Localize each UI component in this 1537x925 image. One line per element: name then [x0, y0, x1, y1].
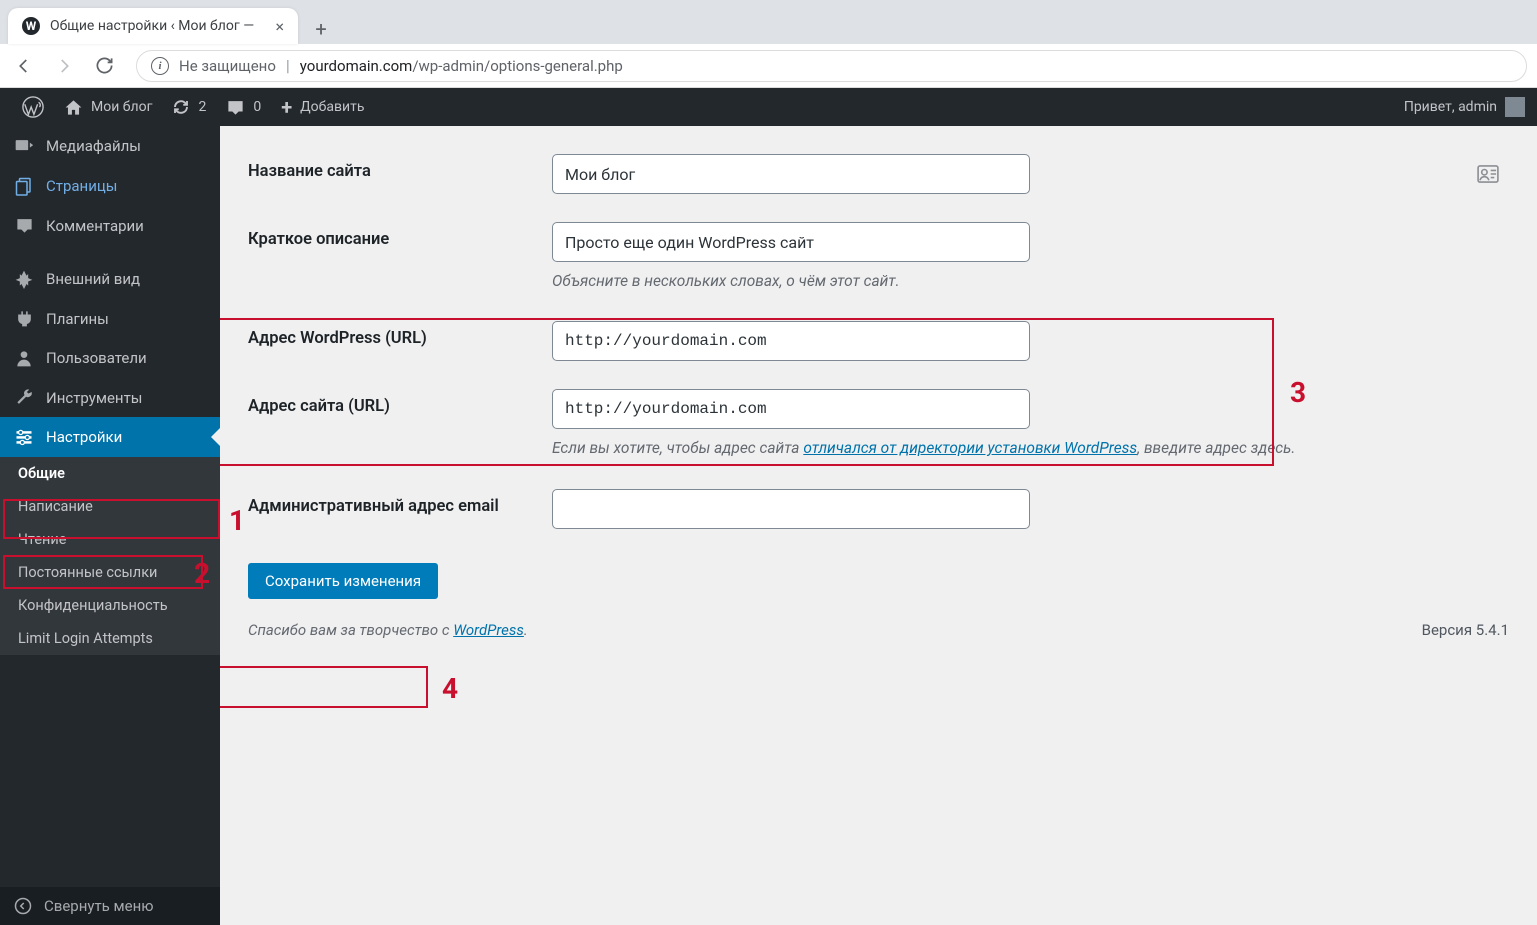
footer-text: . [524, 621, 528, 639]
tools-icon [14, 388, 34, 407]
sidebar-label: Комментарии [46, 217, 144, 235]
sub-item-reading[interactable]: Чтение [0, 523, 220, 556]
back-button[interactable] [10, 52, 38, 80]
save-changes-button[interactable]: Сохранить изменения [248, 563, 438, 599]
updates-count: 2 [198, 99, 206, 115]
tagline-label: Краткое описание [248, 222, 552, 249]
sub-item-writing[interactable]: Написание [0, 490, 220, 523]
sidebar-item-users[interactable]: Пользователи [0, 338, 220, 378]
site-url-help-link[interactable]: отличался от директории установки WordPr… [803, 439, 1137, 457]
wp-url-input[interactable] [552, 321, 1030, 361]
wp-url-label: Адрес WordPress (URL) [248, 321, 552, 348]
collapse-menu-button[interactable]: Свернуть меню [0, 887, 220, 925]
site-url-input[interactable] [552, 389, 1030, 429]
sub-item-permalinks[interactable]: Постоянные ссылки [0, 556, 220, 589]
sidebar-label: Пользователи [46, 349, 147, 367]
wordpress-favicon-icon: W [22, 17, 40, 35]
url-host: yourdomain.com [300, 57, 413, 75]
security-status: Не защищено [179, 57, 276, 75]
sidebar-label: Страницы [46, 177, 117, 195]
users-icon [14, 348, 34, 368]
media-icon [14, 136, 34, 156]
site-title-input[interactable] [552, 154, 1030, 194]
sidebar-label: Плагины [46, 310, 109, 328]
collapse-icon [14, 897, 32, 915]
admin-footer: Спасибо вам за творчество с WordPress. В… [248, 599, 1509, 655]
site-info-icon[interactable]: i [151, 57, 169, 75]
comments-link[interactable]: 0 [216, 88, 271, 126]
howdy-text: Привет, admin [1404, 99, 1497, 115]
wp-logo-menu[interactable] [12, 88, 54, 126]
row-tagline: Краткое описание Объясните в нескольких … [248, 208, 1509, 307]
comments-count: 0 [253, 99, 261, 115]
admin-sidebar: Медиафайлы Страницы Комментарии Внешний … [0, 126, 220, 925]
sidebar-item-plugins[interactable]: Плагины [0, 299, 220, 338]
admin-email-label: Административный адрес email [248, 489, 552, 516]
row-admin-email: Административный адрес email [248, 475, 1509, 543]
sidebar-label: Настройки [46, 428, 122, 446]
annotation-number-4: 4 [442, 672, 458, 705]
tab-title: Общие настройки ‹ Мои блог — [50, 18, 265, 34]
site-name-link[interactable]: Мои блог [54, 88, 162, 126]
footer-thanks: Спасибо вам за творчество с WordPress. [248, 621, 528, 639]
address-bar[interactable]: i Не защищено | yourdomain.com/wp-admin/… [136, 50, 1527, 82]
sidebar-item-pages[interactable]: Страницы [0, 166, 220, 206]
collapse-label: Свернуть меню [44, 897, 154, 915]
pages-icon [14, 176, 34, 196]
separator: | [286, 56, 290, 75]
add-new-label: Добавить [300, 99, 364, 115]
settings-content: Название сайта Краткое описание Объяснит… [220, 126, 1537, 925]
admin-email-input[interactable] [552, 489, 1030, 529]
contact-card-icon [1477, 165, 1499, 183]
adminbar-account[interactable]: Привет, admin [1404, 97, 1525, 117]
url-path: /wp-admin/options-general.php [412, 57, 622, 75]
sidebar-item-tools[interactable]: Инструменты [0, 378, 220, 417]
tagline-description: Объясните в нескольких словах, о чём это… [552, 270, 1372, 293]
reload-button[interactable] [90, 52, 118, 80]
avatar-icon [1505, 97, 1525, 117]
comments-icon [14, 216, 34, 235]
sub-item-privacy[interactable]: Конфиденциальность [0, 589, 220, 622]
site-url-description: Если вы хотите, чтобы адрес сайта отлича… [552, 437, 1372, 460]
tagline-input[interactable] [552, 222, 1030, 262]
sidebar-item-comments[interactable]: Комментарии [0, 206, 220, 245]
updates-link[interactable]: 2 [162, 88, 216, 126]
appearance-icon [14, 269, 34, 289]
browser-tab[interactable]: W Общие настройки ‹ Мои блог — × [8, 8, 298, 44]
desc-text: Если вы хотите, чтобы адрес сайта [552, 439, 803, 457]
adminbar-site-name: Мои блог [91, 99, 152, 115]
add-new-link[interactable]: + Добавить [271, 88, 374, 126]
desc-text: , введите адрес здесь. [1137, 439, 1295, 457]
browser-toolbar: i Не защищено | yourdomain.com/wp-admin/… [0, 44, 1537, 88]
annotation-box-4 [220, 666, 428, 708]
row-site-title: Название сайта [248, 140, 1509, 208]
site-url-label: Адрес сайта (URL) [248, 389, 552, 416]
plugins-icon [14, 309, 34, 328]
url-text: yourdomain.com/wp-admin/options-general.… [300, 57, 623, 75]
sidebar-item-media[interactable]: Медиафайлы [0, 126, 220, 166]
plus-icon: + [281, 95, 292, 119]
settings-icon [14, 427, 34, 447]
sidebar-label: Инструменты [46, 389, 142, 407]
row-wp-url: Адрес WordPress (URL) [248, 307, 1509, 375]
settings-submenu: Общие Написание Чтение Постоянные ссылки… [0, 457, 220, 655]
row-site-url: Адрес сайта (URL) Если вы хотите, чтобы … [248, 375, 1509, 474]
sidebar-item-appearance[interactable]: Внешний вид [0, 259, 220, 299]
sub-item-lla[interactable]: Limit Login Attempts [0, 622, 220, 655]
forward-button[interactable] [50, 52, 78, 80]
footer-text: Спасибо вам за творчество с [248, 621, 453, 639]
sidebar-label: Медиафайлы [46, 137, 141, 155]
new-tab-button[interactable]: + [306, 14, 336, 44]
tab-close-icon[interactable]: × [275, 17, 284, 36]
sidebar-item-settings[interactable]: Настройки [0, 417, 220, 457]
sidebar-label: Внешний вид [46, 270, 140, 288]
wordpress-link[interactable]: WordPress [453, 621, 524, 639]
wp-admin-bar: Мои блог 2 0 + Добавить Привет, admin [0, 88, 1537, 126]
tab-strip: W Общие настройки ‹ Мои блог — × + [0, 0, 1537, 44]
site-title-label: Название сайта [248, 154, 552, 181]
browser-chrome: W Общие настройки ‹ Мои блог — × + i Не … [0, 0, 1537, 88]
sub-item-general[interactable]: Общие [0, 457, 220, 490]
version-text: Версия 5.4.1 [1422, 621, 1509, 639]
